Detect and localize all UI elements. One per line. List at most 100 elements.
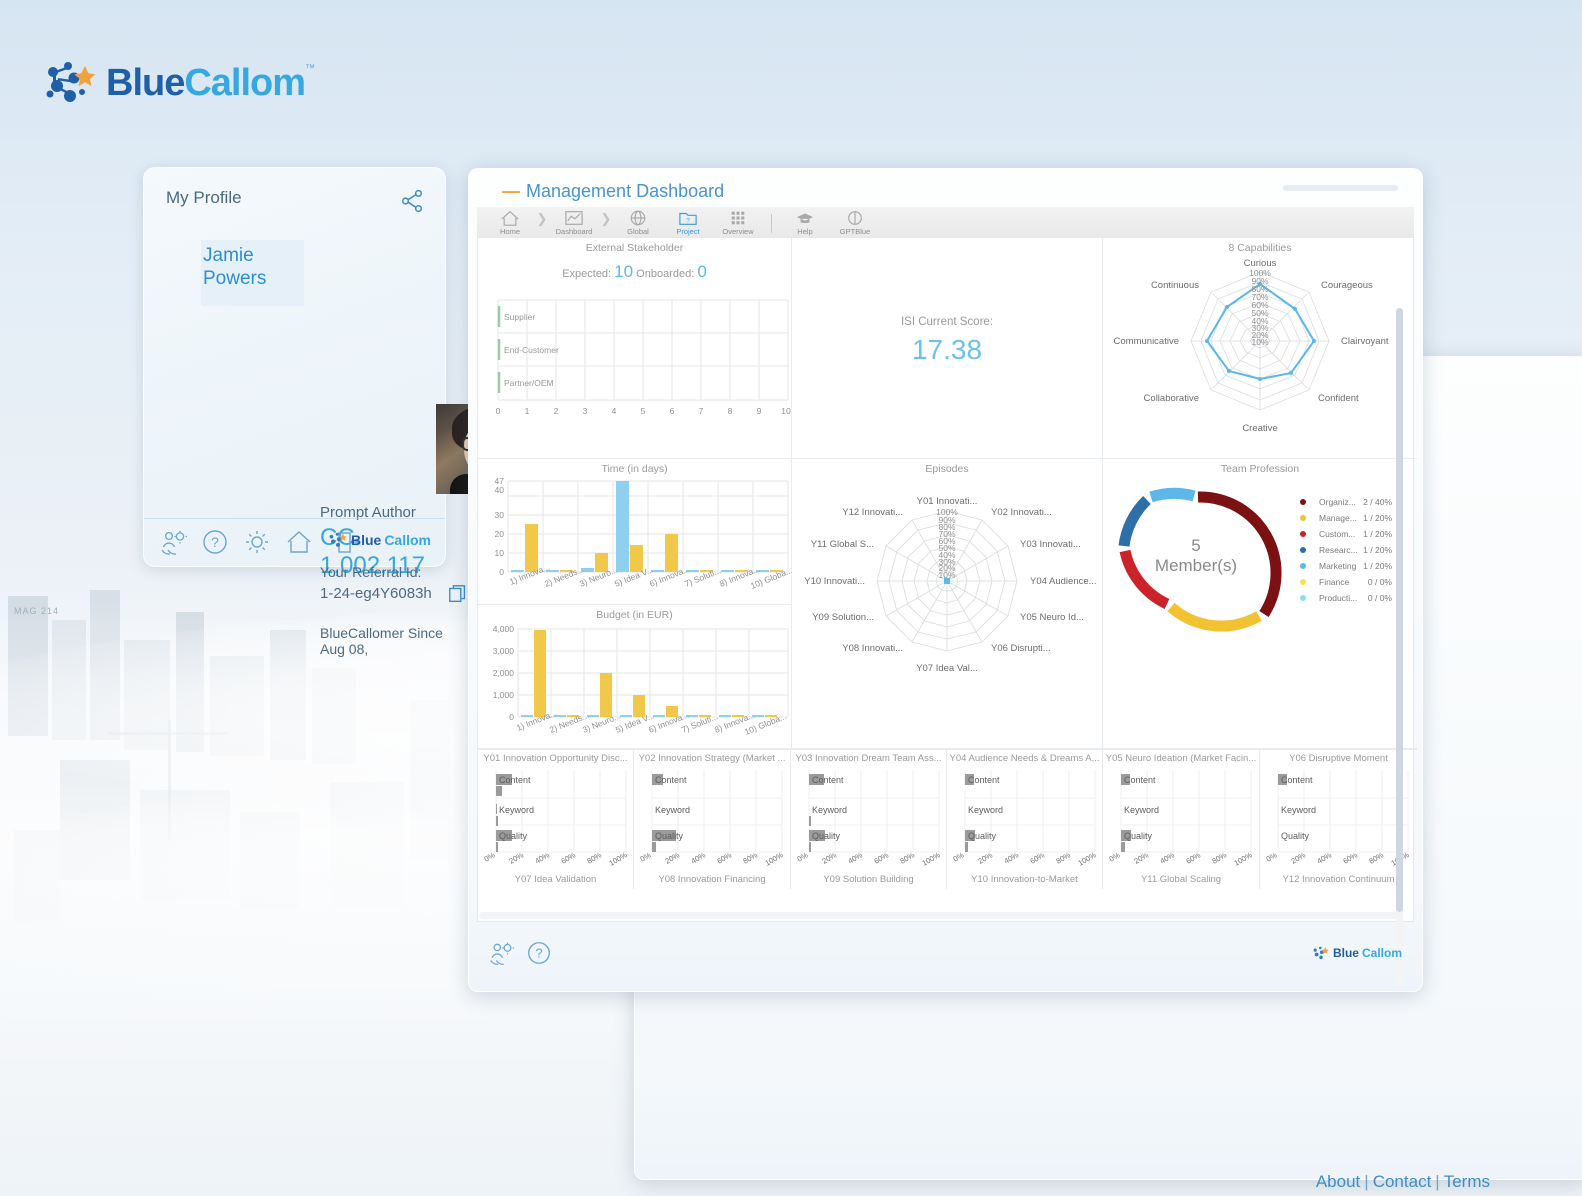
toolbar-item-gptblue[interactable]: GPTBlue <box>830 209 880 236</box>
footer-logo-blue: Blue <box>350 532 382 548</box>
toolbar-item-home[interactable]: Home <box>485 209 535 236</box>
help-icon[interactable]: ? <box>200 527 230 557</box>
svg-text:20%: 20% <box>1133 850 1151 865</box>
breadcrumb-separator: ❯ <box>536 211 548 226</box>
svg-text:9: 9 <box>757 406 762 416</box>
panel-title: 8 Capabilities <box>1228 242 1292 254</box>
radar-r-ticks: 100%90%80% 70%60%50% 40%30%20% 10% <box>1249 268 1271 347</box>
episode-panel-y01: Y01 Innovation Opportunity Disc... Conte… <box>478 749 634 889</box>
y-axis-ticks: 474030 20100 <box>495 476 505 577</box>
svg-text:Y03 Innovati...: Y03 Innovati... <box>1020 539 1081 550</box>
svg-text:Quality: Quality <box>499 831 528 841</box>
svg-text:10: 10 <box>781 406 791 416</box>
svg-text:Communicative: Communicative <box>1114 336 1179 347</box>
toolbar-label: Overview <box>722 227 754 236</box>
svg-text:1 / 20%: 1 / 20% <box>1363 561 1392 571</box>
svg-text:10%: 10% <box>938 570 955 580</box>
toolbar-item-dashboard[interactable]: Dashboard <box>549 209 599 236</box>
svg-text:20%: 20% <box>664 850 682 865</box>
help-icon[interactable]: ? <box>525 939 553 967</box>
svg-text:20%: 20% <box>1290 850 1308 865</box>
donut-center-value: 5 <box>1191 536 1200 555</box>
episodes-radar-chart: 100%90%80% 70%60%50% 40%30%20% 10% Y01 I… <box>804 496 1096 674</box>
svg-text:?: ? <box>535 946 542 961</box>
svg-text:100%: 100% <box>921 850 942 868</box>
svg-text:Keyword: Keyword <box>1124 805 1159 815</box>
svg-text:Researc...: Researc... <box>1319 545 1358 555</box>
episode-bottom-title: Y08 Innovation Financing <box>658 874 766 885</box>
footer-separator: | <box>1435 1172 1440 1191</box>
episode-title: Y01 Innovation Opportunity Disc... <box>483 753 628 764</box>
episode-title: Y06 Disruptive Moment <box>1289 753 1388 764</box>
footer-link-terms[interactable]: Terms <box>1444 1172 1490 1191</box>
svg-text:60%: 60% <box>560 850 578 865</box>
svg-text:Y07 Idea Val...: Y07 Idea Val... <box>916 663 978 674</box>
share-icon[interactable] <box>399 188 425 214</box>
user-settings-icon[interactable] <box>158 527 188 557</box>
svg-text:7: 7 <box>699 406 704 416</box>
svg-text:Content: Content <box>812 775 844 785</box>
svg-text:5: 5 <box>641 406 646 416</box>
horizontal-scrollbar[interactable] <box>479 912 1400 919</box>
svg-text:0%: 0% <box>483 850 497 863</box>
panel-budget-in-eur: Budget (in EUR) 4,000 3,000 2,000 1,000 0 <box>478 605 792 749</box>
svg-text:60%: 60% <box>1029 850 1047 865</box>
svg-text:Keyword: Keyword <box>812 805 847 815</box>
svg-text:0 / 0%: 0 / 0% <box>1368 593 1393 603</box>
panel-title: External Stakeholder <box>585 242 684 254</box>
mag-label: MAG 214 <box>14 606 60 616</box>
episode-bar-chart: Content Keyword Quality 0% 20% 40% 60% 8… <box>1108 770 1254 868</box>
svg-text:10: 10 <box>495 548 505 558</box>
gear-icon[interactable] <box>242 527 272 557</box>
svg-text:20%: 20% <box>977 850 995 865</box>
svg-text:2,000: 2,000 <box>493 668 515 678</box>
svg-text:Organiz...: Organiz... <box>1319 497 1356 507</box>
footer-link-about[interactable]: About <box>1316 1172 1360 1191</box>
vertical-scrollbar[interactable] <box>1396 308 1403 988</box>
episode-bar-chart: Content Keyword Quality 0% 20% 40% 60% 8… <box>483 770 629 868</box>
x-axis-category-labels: 1) Innova... 2) Needs... 3) Neuro... 5) … <box>515 708 788 737</box>
svg-text:40%: 40% <box>1316 850 1334 865</box>
toolbar-item-help[interactable]: Help <box>780 209 830 236</box>
profile-name: Jamie Powers <box>201 240 304 306</box>
x-axis-ticks: 0 1 2 3 4 5 6 7 8 9 10 <box>496 406 791 416</box>
svg-text:Y02 Innovati...: Y02 Innovati... <box>991 507 1052 518</box>
radar-r-ticks: 100%90%80% 70%60%50% 40%30%20% 10% <box>936 507 958 580</box>
copy-icon[interactable] <box>447 583 469 605</box>
donut-slice-marketing <box>1149 487 1196 503</box>
isi-score-label: ISI Current Score: <box>900 316 994 328</box>
svg-text:Producti...: Producti... <box>1319 593 1357 603</box>
toolbar-label: Help <box>797 227 813 236</box>
dashboard-title: — Management Dashboard <box>502 181 724 202</box>
svg-text:100%: 100% <box>1233 850 1254 868</box>
footer-link-contact[interactable]: Contact <box>1373 1172 1432 1191</box>
svg-text:Custom...: Custom... <box>1319 529 1355 539</box>
episode-bar-chart: Content Keyword Quality 0% 20% 40% 60% 8… <box>1265 770 1411 868</box>
bar-category-label: End-Customer <box>504 345 559 355</box>
toolbar-item-overview[interactable]: Overview <box>713 209 763 236</box>
svg-text:40%: 40% <box>1003 850 1021 865</box>
isi-score-value: 17.38 <box>911 334 983 365</box>
toolbar-item-project[interactable]: ? Project <box>663 209 713 236</box>
folder-icon: ? <box>679 212 697 225</box>
toolbar-item-global[interactable]: Global <box>613 209 663 236</box>
panel-team-profession: Team Profession 5 Member(s) Organiz... 2… <box>1103 459 1417 749</box>
brain-icon <box>848 211 862 225</box>
svg-text:Clairvoyant: Clairvoyant <box>1341 336 1389 347</box>
donut-center-label: Member(s) <box>1155 556 1237 575</box>
chart-icon <box>565 211 583 225</box>
chart-grid <box>507 480 789 573</box>
home-icon[interactable] <box>284 527 314 557</box>
svg-text:80%: 80% <box>742 850 760 865</box>
svg-text:Quality: Quality <box>968 831 997 841</box>
svg-text:20%: 20% <box>508 850 526 865</box>
svg-text:40%: 40% <box>1159 850 1177 865</box>
referral-id-label: Your Referral Id: <box>320 564 422 580</box>
user-settings-icon[interactable] <box>487 939 515 967</box>
svg-text:Continuous: Continuous <box>1151 280 1199 291</box>
svg-text:2 / 40%: 2 / 40% <box>1363 497 1392 507</box>
svg-text:Y01 Innovati...: Y01 Innovati... <box>917 496 978 507</box>
team-profession-donut-chart: 5 Member(s) Organiz... 2 / 40% Manage... 1… <box>1118 487 1393 632</box>
toolbar-divider <box>771 214 772 233</box>
scrollbar-thumb[interactable] <box>1396 308 1403 912</box>
